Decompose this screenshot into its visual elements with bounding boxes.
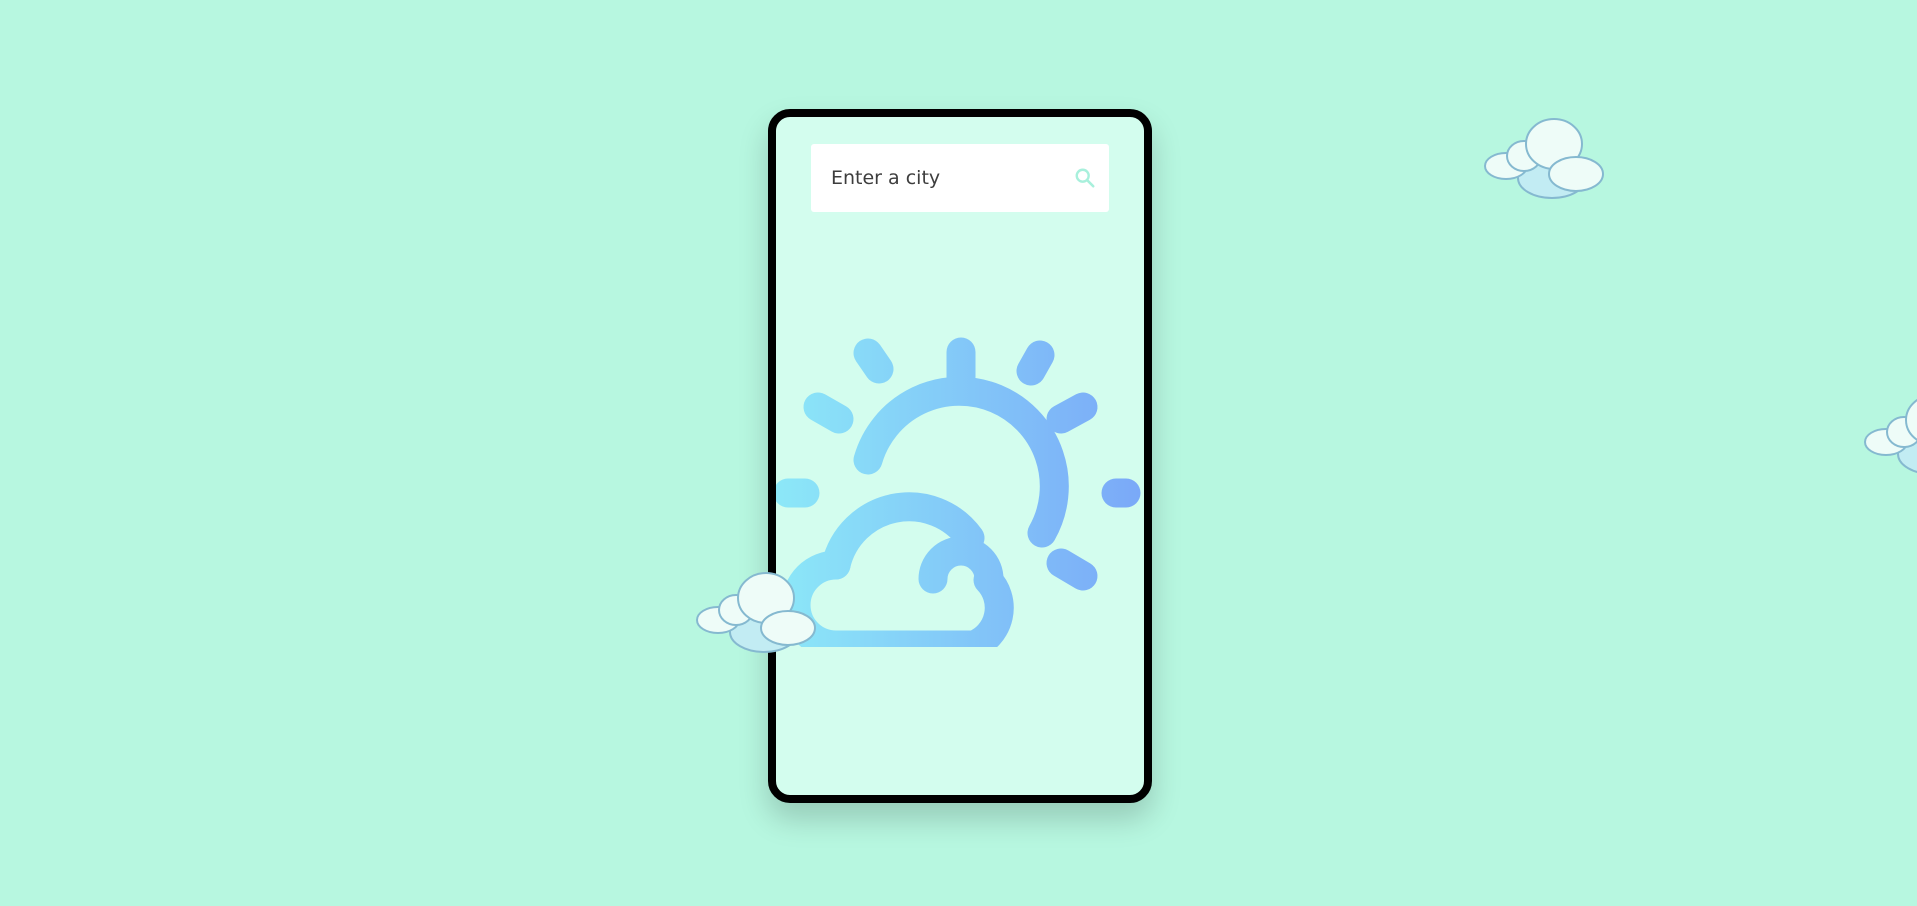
search-icon — [1075, 168, 1095, 188]
weather-card — [768, 109, 1152, 803]
cloud-icon — [696, 572, 816, 653]
cloud-icon — [1484, 118, 1604, 199]
city-search-input[interactable] — [831, 144, 1074, 212]
search-button[interactable] — [1074, 165, 1096, 191]
partly-cloudy-day-icon — [776, 337, 1141, 647]
app-background — [0, 0, 1917, 906]
cloud-icon — [1864, 398, 1917, 473]
search-bar — [811, 144, 1109, 212]
